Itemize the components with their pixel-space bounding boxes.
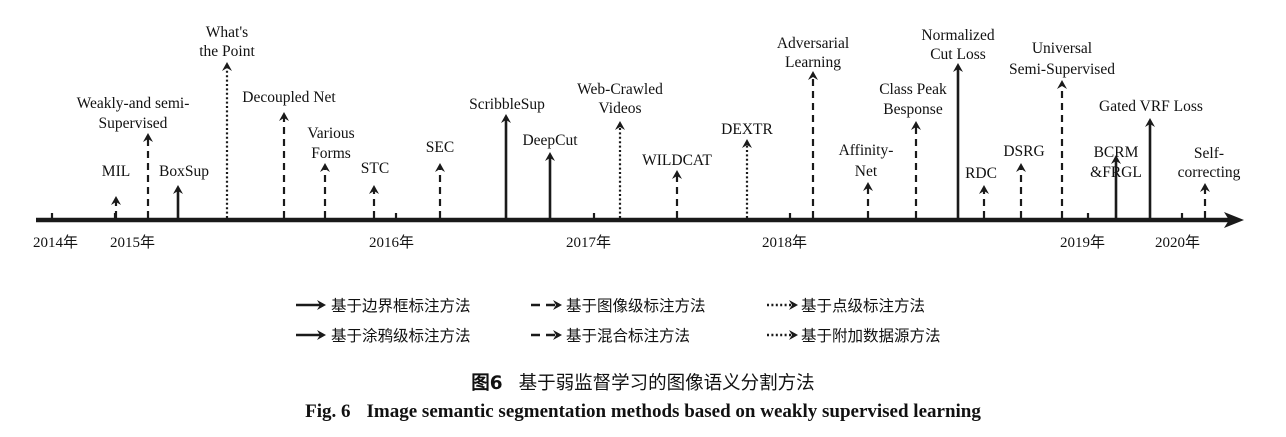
method-label: Learning (785, 54, 841, 71)
legend-item-image: 基于图像级标注方法 (531, 297, 706, 315)
method-sec: SEC (426, 139, 454, 218)
method-label: Videos (599, 100, 642, 117)
method-boxsup: BoxSup (159, 163, 209, 218)
method-label: DSRG (1003, 143, 1044, 160)
year-label: 2020年 (1155, 234, 1200, 251)
method-label: Net (855, 163, 878, 180)
figure-number-chinese: 图6 (471, 373, 503, 394)
year-label: 2018年 (762, 234, 807, 251)
legend-label: 基于附加数据源方法 (801, 327, 941, 345)
method-label: Class Peak (879, 81, 947, 98)
method-label: Cut Loss (930, 46, 986, 63)
method-markers: MILWeakly-and semi-SupervisedBoxSupWhat'… (77, 24, 1241, 218)
method-scribblesup: ScribbleSup (469, 96, 545, 218)
method-weakly-and-semi-supervised: Weakly-and semi- Supervised (77, 95, 190, 218)
method-wildcat: WILDCAT (642, 152, 712, 218)
method-label: Forms (311, 145, 351, 162)
year-label: 2016年 (369, 234, 414, 251)
method-label: DEXTR (721, 121, 773, 138)
figure-caption-chinese: 图6 基于弱监督学习的图像语义分割方法 (0, 369, 1286, 395)
legend-item-mixed: 基于混合标注方法 (531, 327, 690, 345)
method-web-crawled-videos: Web-Crawled Videos (577, 81, 663, 218)
method-arrow-head (222, 62, 232, 71)
method-various-forms: Various Forms (307, 125, 355, 218)
legend-label: 基于点级标注方法 (801, 297, 925, 315)
method-label: Self- (1194, 145, 1224, 162)
year-label: 2019年 (1060, 234, 1105, 251)
method-label: Besponse (883, 101, 943, 118)
method-mil: MIL (102, 163, 130, 218)
method-label: Gated VRF Loss (1099, 98, 1203, 115)
year-label: 2017年 (566, 234, 611, 251)
year-label: 2015年 (110, 234, 155, 251)
method-arrow-head (1057, 80, 1067, 89)
method-label: Affinity- (839, 142, 894, 159)
method-label: BCRM (1094, 144, 1139, 161)
method-label: Universal (1032, 40, 1092, 57)
method-label: DeepCut (522, 132, 578, 149)
legend-item-scribble: 基于涂鸦级标注方法 (296, 327, 471, 345)
method-dsrg: DSRG (1003, 143, 1045, 218)
method-label: the Point (199, 43, 255, 60)
method-label: What's (206, 24, 248, 41)
method-affinity-net: Affinity- Net (839, 142, 894, 218)
method-label: Web-Crawled (577, 81, 663, 98)
method-arrow-head (435, 163, 445, 172)
method-label: &FRGL (1090, 164, 1142, 181)
method-adversarial-learning: Adversarial Learning (777, 35, 849, 218)
method-arrow-head (320, 163, 330, 172)
method-label: ScribbleSup (469, 96, 545, 113)
method-self-correcting: Self-correcting (1178, 145, 1241, 218)
method-arrow-head (808, 71, 818, 80)
legend-label: 基于混合标注方法 (566, 327, 690, 345)
year-label: 2014年 (33, 234, 78, 251)
legend: 基于边界框标注方法 基于图像级标注方法 基于点级标注方法基于涂鸦级标注方法 基于混合标… (296, 297, 941, 345)
method-what-s-the-point: What's the Point (199, 24, 255, 218)
method-label: Weakly-and semi- (77, 95, 190, 112)
method-stc: STC (361, 160, 389, 218)
method-deepcut: DeepCut (522, 132, 578, 218)
figure-number-english: Fig. 6 (305, 401, 351, 422)
method-label: correcting (1178, 164, 1241, 181)
legend-item-point: 基于点级标注方法 (767, 297, 925, 315)
legend-label: 基于图像级标注方法 (566, 297, 706, 315)
method-label: SEC (426, 139, 454, 156)
method-label: Semi-Supervised (1009, 61, 1115, 78)
figure-caption-english: Fig. 6 Image semantic segmentation method… (0, 401, 1286, 423)
legend-label: 基于涂鸦级标注方法 (331, 327, 471, 345)
method-label: BoxSup (159, 163, 209, 180)
method-dextr: DEXTR (721, 121, 773, 218)
method-label: Decoupled Net (242, 89, 336, 106)
method-rdc: RDC (965, 165, 997, 218)
method-label: WILDCAT (642, 152, 712, 169)
method-label: MIL (102, 163, 130, 180)
legend-label: 基于边界框标注方法 (331, 297, 471, 315)
figure-title-chinese: 基于弱监督学习的图像语义分割方法 (518, 373, 815, 394)
legend-item-additional: 基于附加数据源方法 (767, 327, 941, 345)
method-bcrm-frgl: BCRM&FRGL (1090, 144, 1142, 218)
method-universal-semi-supervised: Universal Semi-Supervised (1009, 40, 1115, 218)
method-label: Normalized (921, 27, 994, 44)
method-label: Adversarial (777, 35, 849, 52)
method-label: Various (307, 125, 354, 142)
method-label: RDC (965, 165, 997, 182)
legend-item-box: 基于边界框标注方法 (296, 297, 471, 315)
method-label: Supervised (99, 115, 168, 132)
figure-title-english: Image semantic segmentation methods base… (366, 401, 981, 422)
method-arrow-head (1016, 163, 1026, 172)
method-label: STC (361, 160, 389, 177)
